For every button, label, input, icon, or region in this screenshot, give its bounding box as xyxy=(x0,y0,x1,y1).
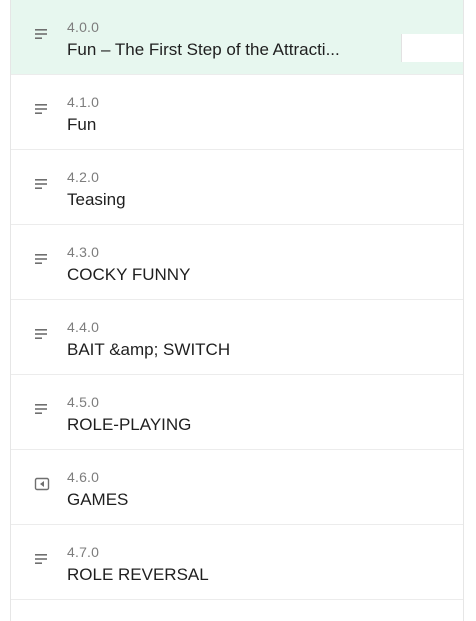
lesson-item-4-6-0[interactable]: 4.6.0 GAMES xyxy=(11,450,463,525)
lesson-number: 4.6.0 xyxy=(67,469,100,485)
lesson-title: ROLE-PLAYING xyxy=(67,415,192,434)
lesson-number: 4.2.0 xyxy=(67,169,100,185)
lesson-list: 4.0.0 Fun – The First Step of the Attrac… xyxy=(10,0,464,621)
lesson-number: 4.5.0 xyxy=(67,394,100,410)
lesson-number: 4.3.0 xyxy=(67,244,100,260)
list-lines-icon xyxy=(35,29,47,39)
lesson-title: Fun xyxy=(67,115,97,134)
lesson-item-partial[interactable] xyxy=(11,600,463,613)
lesson-item-4-7-0[interactable]: 4.7.0 ROLE REVERSAL xyxy=(11,525,463,600)
lesson-title: BAIT &amp; SWITCH xyxy=(67,340,231,359)
lesson-item-4-4-0[interactable]: 4.4.0 BAIT &amp; SWITCH xyxy=(11,300,463,375)
lesson-item-4-0-0[interactable]: 4.0.0 Fun – The First Step of the Attrac… xyxy=(11,0,463,75)
lesson-title: Fun – The First Step of the Attracti... xyxy=(67,40,340,59)
lesson-item-4-2-0[interactable]: 4.2.0 Teasing xyxy=(11,150,463,225)
lesson-number: 4.4.0 xyxy=(67,319,100,335)
lesson-number: 4.7.0 xyxy=(67,544,100,560)
list-lines-icon xyxy=(35,104,47,114)
list-lines-icon xyxy=(35,404,47,414)
list-lines-icon xyxy=(35,179,47,189)
lesson-number: 4.0.0 xyxy=(67,19,100,35)
lesson-item-4-5-0[interactable]: 4.5.0 ROLE-PLAYING xyxy=(11,375,463,450)
lesson-title: Teasing xyxy=(67,190,126,209)
lesson-number: 4.1.0 xyxy=(67,94,100,110)
lesson-title: COCKY FUNNY xyxy=(67,265,191,284)
lesson-title: ROLE REVERSAL xyxy=(67,565,209,584)
lesson-item-4-3-0[interactable]: 4.3.0 COCKY FUNNY xyxy=(11,225,463,300)
list-lines-icon xyxy=(35,554,47,564)
blank-overlay xyxy=(401,34,463,62)
lesson-title: GAMES xyxy=(67,490,129,509)
media-back-icon xyxy=(34,477,50,491)
lesson-item-4-1-0[interactable]: 4.1.0 Fun xyxy=(11,75,463,150)
list-lines-icon xyxy=(35,254,47,264)
list-lines-icon xyxy=(35,329,47,339)
